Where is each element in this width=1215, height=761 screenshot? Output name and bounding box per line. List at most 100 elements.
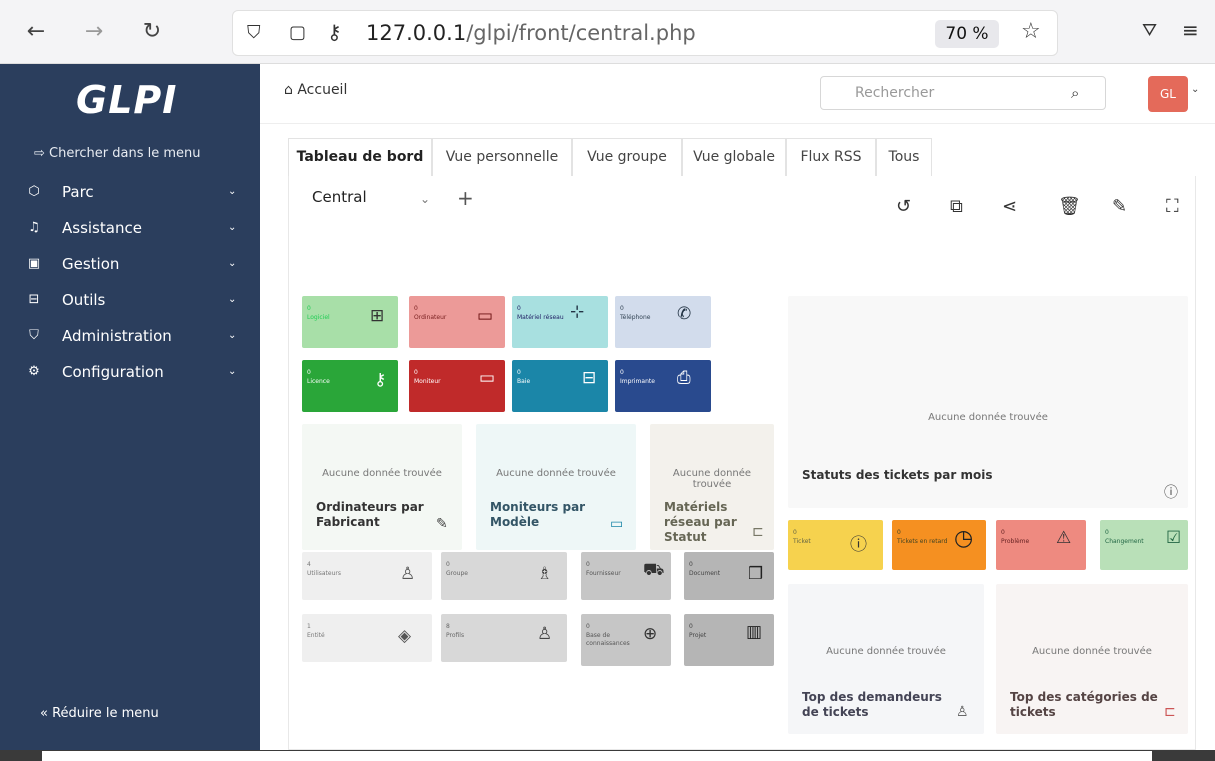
reload-icon[interactable]: ↻ <box>138 18 166 46</box>
clock-icon: ◷ <box>954 526 974 551</box>
card-label: Base de connaissances <box>586 632 630 647</box>
truck-loading-icon: ⛟ <box>643 560 665 580</box>
card-materiel-reseau[interactable]: 0 Matériel réseau ⊹ <box>512 296 608 348</box>
chevron-down-icon[interactable]: ⌄ <box>420 192 430 206</box>
tab-tableau-de-bord[interactable]: Tableau de bord <box>288 138 432 176</box>
card-entite[interactable]: 1 Entité ◈ <box>302 614 432 662</box>
breadcrumb[interactable]: ⌂ Accueil <box>284 82 347 98</box>
widget-title: Statuts des tickets par mois <box>802 468 993 482</box>
widget-title: Moniteurs par Modèle <box>490 500 586 529</box>
search-menu-link[interactable]: ⇨ Chercher dans le menu <box>34 146 201 161</box>
tab-vue-groupe[interactable]: Vue groupe <box>572 138 682 176</box>
card-moniteur[interactable]: 0 Moniteur ▭ <box>409 360 505 412</box>
sidebar-item-parc[interactable]: ⬡ Parc ⌄ <box>0 176 260 208</box>
tab-vue-personnelle[interactable]: Vue personnelle <box>432 138 572 176</box>
sidebar-item-assistance[interactable]: ♫ Assistance ⌄ <box>0 212 260 244</box>
card-label: Licence <box>307 378 330 385</box>
trash-icon[interactable]: 🗑 <box>1058 196 1081 217</box>
info-circle-icon: ⓘ <box>1164 485 1178 501</box>
card-count: 0 <box>307 305 311 312</box>
card-baie[interactable]: 0 Baie ⊟ <box>512 360 608 412</box>
card-count: 0 <box>1001 529 1005 536</box>
empty-message: Aucune donnée trouvée <box>1032 646 1152 657</box>
card-licence[interactable]: 0 Licence ⚷ <box>302 360 398 412</box>
card-ordinateur[interactable]: 0 Ordinateur ▭ <box>409 296 505 348</box>
card-utilisateurs[interactable]: 4 Utilisateurs ♙ <box>302 552 432 600</box>
search-input[interactable]: Rechercher ⌕ <box>820 76 1106 110</box>
card-count: 0 <box>414 305 418 312</box>
alert-circle-icon: ⓘ <box>850 535 867 555</box>
clone-icon[interactable]: ⧉ <box>950 196 963 217</box>
sidebar-item-label: Assistance <box>62 219 142 237</box>
sidebar-item-administration[interactable]: ⛉ Administration ⌄ <box>0 320 260 352</box>
fullscreen-icon[interactable]: ⛶ <box>1166 196 1179 217</box>
card-count: 0 <box>1105 529 1109 536</box>
user-icon: ♙ <box>400 564 416 584</box>
address-bar[interactable]: ⛉ ▢ ⚷ 127.0.0.1/glpi/front/central.php 7… <box>232 10 1058 56</box>
page-icon: ▢ <box>289 22 307 43</box>
hierarchy-icon: ⊏ <box>752 524 764 540</box>
widget-statuts-tickets: Aucune donnée trouvée Statuts des ticket… <box>788 296 1188 508</box>
card-count: 0 <box>620 369 624 376</box>
user-icon: ♙ <box>956 704 969 720</box>
tab-flux-rss[interactable]: Flux RSS <box>786 138 876 176</box>
tab-tous[interactable]: Tous <box>876 138 932 176</box>
card-count: 0 <box>793 529 797 536</box>
edit-icon: ✎ <box>436 516 448 532</box>
pocket-icon[interactable]: ⛛ <box>1142 20 1157 41</box>
card-count: 0 <box>414 369 418 376</box>
card-ticket[interactable]: 0 Ticket ⓘ <box>788 520 883 570</box>
forward-icon[interactable]: → <box>80 18 108 46</box>
url-text[interactable]: 127.0.0.1/glpi/front/central.php <box>366 21 696 45</box>
widget-title: Matériels réseau par Statut <box>664 500 737 544</box>
key-icon: ⚷ <box>374 370 387 390</box>
card-fournisseur[interactable]: 0 Fournisseur ⛟ <box>581 552 671 600</box>
sidebar-item-label: Gestion <box>62 255 120 273</box>
dashboard-select[interactable]: Central <box>312 188 367 206</box>
search-icon[interactable]: ⌕ <box>1071 84 1079 102</box>
network-icon: ⊹ <box>570 302 585 322</box>
widget-top-demandeurs: Aucune donnée trouvée Top des demandeurs… <box>788 584 984 734</box>
tab-vue-globale[interactable]: Vue globale <box>682 138 786 176</box>
widget-title: Top des demandeurs de tickets <box>802 690 942 719</box>
share-icon[interactable]: ⋖ <box>1002 196 1017 217</box>
card-logiciel[interactable]: 0 Logiciel ⊞ <box>302 296 398 348</box>
card-base-connaissances[interactable]: 0 Base de connaissances ⊕ <box>581 614 671 666</box>
card-label: Matériel réseau <box>517 314 564 321</box>
card-changement[interactable]: 0 Changement ☑ <box>1100 520 1188 570</box>
card-label: Fournisseur <box>586 570 621 577</box>
sidebar-item-outils[interactable]: ⊟ Outils ⌄ <box>0 284 260 316</box>
card-groupe[interactable]: 0 Groupe ♗ <box>441 552 567 600</box>
sidebar-item-label: Parc <box>62 183 94 201</box>
sidebar-item-gestion[interactable]: ▣ Gestion ⌄ <box>0 248 260 280</box>
edit-icon[interactable]: ✎ <box>1112 196 1127 217</box>
add-dashboard-button[interactable]: + <box>457 186 474 210</box>
card-projet[interactable]: 0 Projet ▥ <box>684 614 774 666</box>
glpi-logo[interactable]: GLPI <box>76 78 177 122</box>
card-label: Profils <box>446 632 465 639</box>
card-document[interactable]: 0 Document ❒ <box>684 552 774 600</box>
back-icon[interactable]: ← <box>22 18 50 46</box>
zoom-level[interactable]: 70 % <box>935 20 999 48</box>
card-profils[interactable]: 8 Profils ♙ <box>441 614 567 662</box>
card-count: 0 <box>586 623 590 630</box>
reduce-menu-button[interactable]: « Réduire le menu <box>40 706 159 721</box>
chevron-down-icon: ⌄ <box>228 258 237 269</box>
star-icon[interactable]: ☆ <box>1021 19 1041 44</box>
card-tickets-retard[interactable]: 0 Tickets en retard ◷ <box>892 520 986 570</box>
history-icon[interactable]: ↺ <box>896 196 911 217</box>
card-count: 0 <box>517 305 521 312</box>
chevron-down-icon: ⌄ <box>228 222 237 233</box>
chevron-down-icon[interactable]: ⌄ <box>1191 84 1199 95</box>
card-imprimante[interactable]: 0 Imprimante ⎙ <box>615 360 711 412</box>
card-label: Tickets en retard <box>897 538 948 545</box>
user-check-icon: ♙ <box>537 624 553 644</box>
url-host: 127.0.0.1 <box>366 21 467 45</box>
hamburger-menu-icon[interactable]: ≡ <box>1182 18 1199 42</box>
avatar[interactable]: GL <box>1148 76 1188 112</box>
card-telephone[interactable]: 0 Téléphone ✆ <box>615 296 711 348</box>
card-label: Logiciel <box>307 314 330 321</box>
sidebar-item-configuration[interactable]: ⚙ Configuration ⌄ <box>0 356 260 388</box>
card-count: 0 <box>517 369 521 376</box>
card-probleme[interactable]: 0 Problème ⚠ <box>996 520 1086 570</box>
